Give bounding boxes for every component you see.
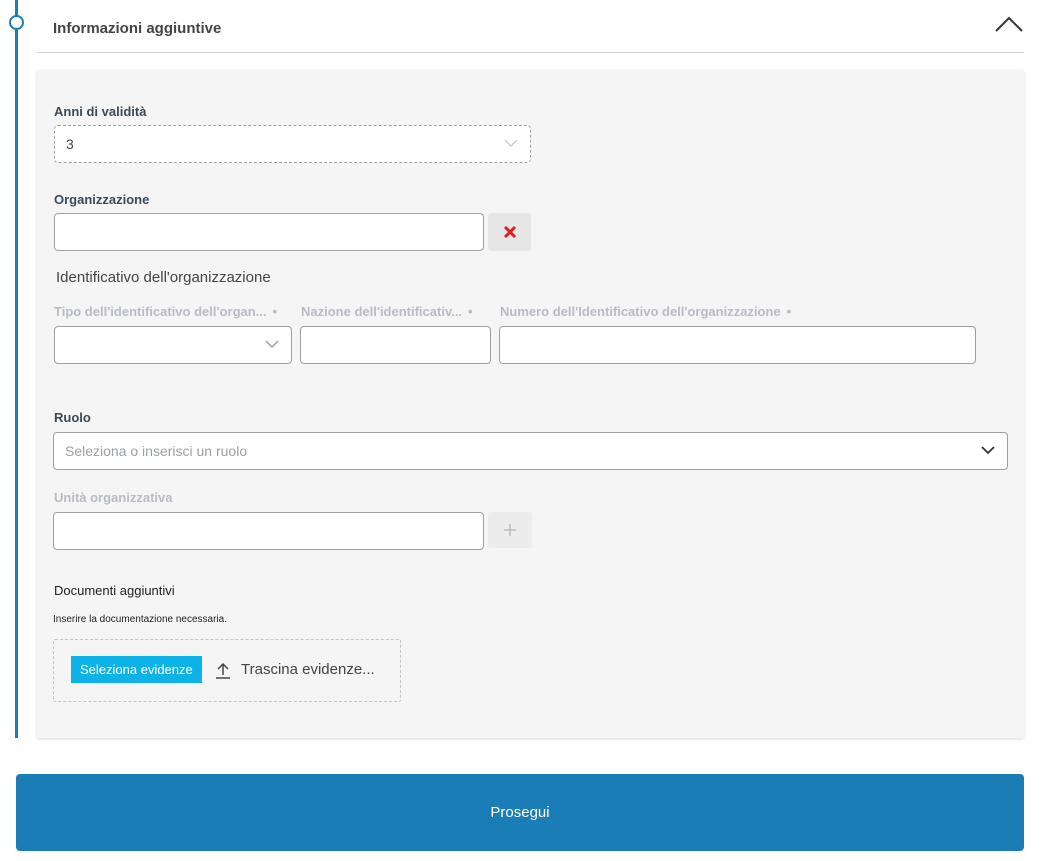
unit-label: Unità organizzativa — [54, 490, 173, 505]
unit-input[interactable] — [53, 512, 484, 550]
identifier-type-label-text: Tipo dell'identificativo dell'organ... — [54, 304, 267, 319]
required-mark: • — [468, 304, 473, 319]
documents-title: Documenti aggiuntivi — [54, 583, 175, 598]
required-mark: • — [786, 304, 792, 319]
select-evidence-button[interactable]: Seleziona evidenze — [71, 656, 202, 683]
chevron-down-icon — [265, 340, 279, 349]
timeline-line — [15, 22, 18, 738]
timeline-node-icon — [9, 15, 24, 30]
identifier-nation-label-text: Nazione dell'identificativ... — [301, 304, 463, 319]
chevron-up-icon[interactable] — [994, 12, 1024, 34]
identifier-number-input[interactable] — [499, 326, 976, 364]
identifier-type-label: Tipo dell'identificativo dell'organ... • — [54, 304, 277, 319]
chevron-down-icon — [504, 139, 518, 148]
identifier-number-label: Numero dell'Identificativo dell'organizz… — [500, 304, 791, 319]
drag-evidence-text: Trascina evidenze... — [241, 661, 375, 678]
organization-label: Organizzazione — [54, 192, 150, 207]
required-mark: • — [272, 304, 278, 319]
close-icon — [503, 225, 516, 239]
add-unit-button[interactable] — [488, 512, 532, 548]
plus-icon — [504, 524, 516, 536]
timeline-line-top — [15, 0, 18, 16]
documents-hint: Inserire la documentazione necessaria. — [53, 614, 227, 625]
continue-button[interactable]: Prosegui — [16, 774, 1024, 851]
org-identifier-heading: Identificativo dell'organizzazione — [56, 269, 271, 286]
role-combobox[interactable]: Seleziona o inserisci un ruolo — [53, 432, 1008, 470]
identifier-type-select[interactable] — [54, 326, 292, 364]
upload-icon — [216, 662, 230, 679]
validity-label: Anni di validità — [54, 104, 147, 119]
section-title: Informazioni aggiuntive — [53, 20, 222, 37]
identifier-number-label-text: Numero dell'Identificativo dell'organizz… — [500, 304, 781, 319]
section-header-informazioni[interactable]: Informazioni aggiuntive — [37, 0, 1024, 53]
additional-info-panel: Anni di validità 3 Organizzazione Identi… — [37, 70, 1024, 738]
documents-dropzone[interactable]: Seleziona evidenze Trascina evidenze... — [53, 639, 401, 702]
chevron-down-icon — [981, 446, 995, 455]
role-label: Ruolo — [54, 410, 91, 425]
clear-organization-button[interactable] — [488, 213, 531, 251]
identifier-nation-label: Nazione dell'identificativ... • — [301, 304, 473, 319]
role-placeholder: Seleziona o inserisci un ruolo — [65, 443, 248, 459]
organization-input[interactable] — [54, 213, 484, 251]
identifier-nation-input[interactable] — [300, 326, 491, 364]
validity-value: 3 — [66, 136, 74, 152]
validity-select[interactable]: 3 — [54, 125, 531, 163]
